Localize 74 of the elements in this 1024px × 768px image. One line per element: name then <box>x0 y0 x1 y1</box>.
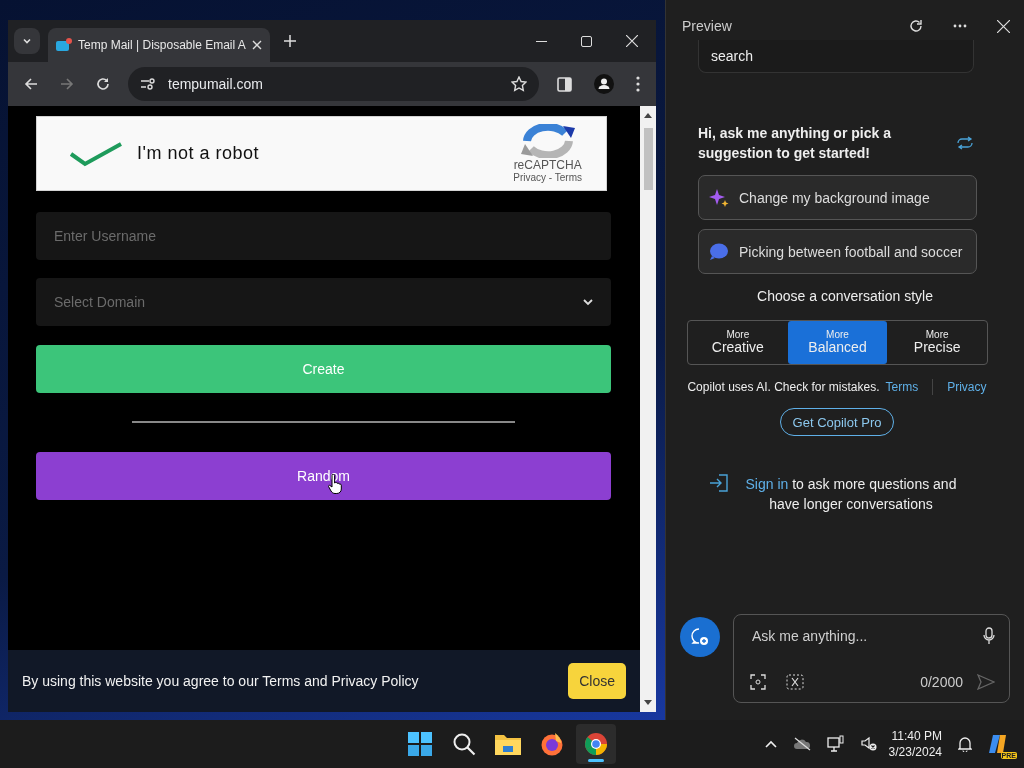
chrome-taskbar-button[interactable] <box>576 724 616 764</box>
recaptcha-logo-icon <box>518 124 577 158</box>
bell-icon[interactable] <box>958 736 972 752</box>
captcha-label: I'm not a robot <box>137 143 259 164</box>
username-field[interactable]: Enter Username <box>36 212 611 260</box>
close-icon[interactable] <box>626 35 638 47</box>
chevron-down-icon <box>583 298 593 306</box>
tab-title: Temp Mail | Disposable Email A <box>78 38 246 52</box>
suggestion-chip[interactable]: Picking between football and soccer <box>698 229 977 274</box>
random-button[interactable]: Random <box>36 452 611 500</box>
suggestion-chip[interactable]: Change my background image <box>698 175 977 220</box>
snip-icon[interactable] <box>786 674 804 690</box>
chevron-up-icon[interactable] <box>764 740 777 748</box>
panel-title: Preview <box>682 18 732 34</box>
envelope-icon <box>56 38 72 52</box>
forward-icon[interactable] <box>60 77 74 91</box>
recaptcha-links[interactable]: Privacy - Terms <box>513 172 582 183</box>
folder-icon <box>495 733 521 755</box>
side-panel-icon[interactable] <box>557 76 572 92</box>
chat-plus-icon <box>690 627 710 647</box>
disclaimer-text: Copilot uses AI. Check for mistakes. <box>687 380 880 394</box>
profile-icon[interactable] <box>594 74 614 94</box>
back-icon[interactable] <box>24 77 38 91</box>
search-card[interactable]: search <box>698 40 974 73</box>
camera-scan-icon[interactable] <box>750 674 766 690</box>
chat-bubble-icon <box>709 242 729 261</box>
site-settings-icon[interactable] <box>140 77 156 91</box>
style-option[interactable]: More Precise <box>887 321 987 364</box>
search-icon <box>452 732 476 756</box>
browser-tab[interactable]: Temp Mail | Disposable Email A <box>48 28 270 62</box>
character-count: 0/2000 <box>920 674 963 690</box>
close-icon[interactable] <box>251 40 262 50</box>
refresh-icon[interactable] <box>909 19 923 33</box>
maximize-icon[interactable] <box>581 35 592 47</box>
speaker-muted-icon[interactable] <box>860 736 877 752</box>
sign-in-prompt: Sign in to ask more questions and have longer conversations <box>744 475 958 514</box>
tab-search-button[interactable] <box>14 28 40 54</box>
new-topic-button[interactable] <box>680 617 720 657</box>
recaptcha-brand: reCAPTCHA <box>513 158 582 172</box>
style-option[interactable]: More Balanced <box>787 321 888 364</box>
terms-link[interactable]: Terms <box>885 380 919 394</box>
send-icon[interactable] <box>977 674 995 690</box>
network-icon[interactable] <box>826 735 845 753</box>
scrollbar[interactable] <box>640 106 656 712</box>
reload-icon[interactable] <box>96 77 110 91</box>
captcha-checkbox[interactable] <box>69 140 123 167</box>
sign-in-icon <box>709 474 729 492</box>
cookie-notice-text: By using this website you agree to our Terms and Privacy Policy <box>22 673 419 689</box>
cloud-off-icon[interactable] <box>792 737 811 751</box>
close-icon[interactable] <box>997 19 1010 33</box>
scroll-up-icon[interactable] <box>644 112 652 118</box>
microphone-icon[interactable] <box>983 627 995 645</box>
shuffle-icon[interactable] <box>956 136 974 150</box>
sparkle-icon <box>709 187 729 208</box>
menu-icon[interactable] <box>636 76 640 92</box>
clock-date[interactable]: 3/23/2024 <box>888 744 942 760</box>
privacy-link[interactable]: Privacy <box>947 380 987 394</box>
clock-time[interactable]: 11:40 PM <box>891 728 942 744</box>
scrollbar-thumb[interactable] <box>643 128 653 190</box>
style-heading: Choose a conversation style <box>756 288 934 304</box>
new-tab-icon[interactable] <box>283 35 296 47</box>
search-text: search <box>711 48 754 64</box>
windows-logo-icon <box>408 732 432 756</box>
bookmark-star-icon[interactable] <box>511 76 527 92</box>
chrome-icon <box>584 732 608 756</box>
sign-in-link[interactable]: Sign in <box>745 476 789 492</box>
more-options-icon[interactable] <box>953 24 967 28</box>
greeting-text: Hi, ask me anything or pick a suggestion to get started! <box>698 124 892 163</box>
scroll-down-icon[interactable] <box>644 700 652 706</box>
url-text: tempumail.com <box>168 76 263 92</box>
close-button[interactable]: Close <box>568 663 626 699</box>
style-option[interactable]: More Creative <box>688 321 788 364</box>
chat-input[interactable]: Ask me anything... <box>750 627 963 645</box>
address-bar[interactable]: tempumail.com <box>128 67 539 101</box>
